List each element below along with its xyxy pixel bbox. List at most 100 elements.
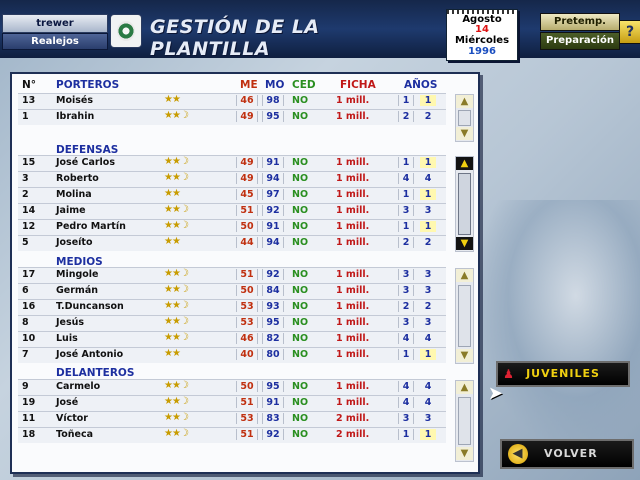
scroll-down-icon[interactable]: ▼ <box>456 127 473 140</box>
player-ced: NO <box>292 397 309 408</box>
player-ficha: 1 mill. <box>336 301 370 312</box>
juveniles-button[interactable]: ♟ JUVENILES <box>496 361 630 387</box>
player-me: 46 <box>236 95 258 106</box>
juveniles-label: JUVENILES <box>526 367 600 380</box>
player-rating-stars-icon: ★★ <box>164 94 181 105</box>
player-number: 16 <box>22 301 36 312</box>
player-anos-remaining: 3 <box>424 413 432 424</box>
player-row[interactable]: 13 Moisés ★★ 46 98 NO 1 mill. 1 1 <box>18 93 446 109</box>
player-ced: NO <box>292 333 309 344</box>
scroll-down-icon[interactable]: ▼ <box>456 237 473 250</box>
player-anos-contract: 1 <box>398 221 414 232</box>
player-number: 1 <box>22 111 29 122</box>
player-ced: NO <box>292 157 309 168</box>
player-row[interactable]: 6 Germán ★★☽ 50 84 NO 1 mill. 3 3 <box>18 283 446 299</box>
player-row[interactable]: 9 Carmelo ★★☽ 50 95 NO 1 mill. 4 4 <box>18 379 446 395</box>
player-row[interactable]: 7 José Antonio ★★ 40 80 NO 1 mill. 1 1 <box>18 347 446 363</box>
player-row[interactable]: 17 Mingole ★★☽ 51 92 NO 1 mill. 3 3 <box>18 267 446 283</box>
scroll-thumb[interactable] <box>458 110 471 126</box>
player-rating-stars-icon: ★★☽ <box>164 284 189 295</box>
volver-button[interactable]: ◀ VOLVER <box>500 439 634 469</box>
porteros-scrollbar[interactable]: ▲ ▼ <box>455 94 474 142</box>
player-row[interactable]: 19 José ★★☽ 51 91 NO 1 mill. 4 4 <box>18 395 446 411</box>
player-row[interactable]: 16 T.Duncanson ★★☽ 53 93 NO 1 mill. 2 2 <box>18 299 446 315</box>
player-me: 53 <box>236 301 258 312</box>
medios-scrollbar[interactable]: ▲ ▼ <box>455 268 474 364</box>
player-row[interactable]: 10 Luis ★★☽ 46 82 NO 1 mill. 4 4 <box>18 331 446 347</box>
preseason-button[interactable]: Pretemp. <box>540 13 620 31</box>
player-rating-stars-icon: ★★☽ <box>164 380 189 391</box>
player-ficha: 1 mill. <box>336 269 370 280</box>
defensas-scrollbar[interactable]: ▲ ▼ <box>455 156 474 252</box>
background-player-photo <box>480 200 640 440</box>
player-rating-stars-icon: ★★ <box>164 188 181 199</box>
player-mo: 91 <box>262 397 284 408</box>
player-name: Molina <box>56 189 92 200</box>
player-row[interactable]: 11 Víctor ★★☽ 53 83 NO 2 mill. 3 3 <box>18 411 446 427</box>
player-anos-contract: 2 <box>398 111 414 122</box>
youth-player-icon: ♟ <box>503 367 515 381</box>
player-ced: NO <box>292 173 309 184</box>
player-row[interactable]: 15 José Carlos ★★☽ 49 91 NO 1 mill. 1 1 <box>18 155 446 171</box>
scroll-up-icon[interactable]: ▲ <box>456 95 473 108</box>
player-name: Jesús <box>56 317 85 328</box>
player-mo: 92 <box>262 205 284 216</box>
player-name: Toñeca <box>56 429 93 440</box>
scroll-up-icon[interactable]: ▲ <box>456 269 473 282</box>
scroll-up-icon[interactable]: ▲ <box>456 157 473 170</box>
player-ficha: 1 mill. <box>336 189 370 200</box>
username-label: trewer <box>2 14 108 33</box>
player-row[interactable]: 8 Jesús ★★☽ 53 95 NO 1 mill. 3 3 <box>18 315 446 331</box>
player-anos-remaining: 3 <box>424 269 432 280</box>
scroll-down-icon[interactable]: ▼ <box>456 447 473 460</box>
scroll-down-icon[interactable]: ▼ <box>456 349 473 362</box>
player-ced: NO <box>292 95 309 106</box>
player-rating-stars-icon: ★★☽ <box>164 316 189 327</box>
player-anos-contract: 3 <box>398 269 414 280</box>
player-number: 5 <box>22 237 29 248</box>
player-ficha: 1 mill. <box>336 317 370 328</box>
help-icon[interactable]: ? <box>619 20 640 44</box>
player-mo: 84 <box>262 285 284 296</box>
player-me: 50 <box>236 381 258 392</box>
player-name: Luis <box>56 333 78 344</box>
player-ced: NO <box>292 381 309 392</box>
player-me: 49 <box>236 111 258 122</box>
scroll-thumb[interactable] <box>458 173 471 235</box>
player-anos-contract: 1 <box>398 95 414 106</box>
player-anos-remaining: 3 <box>424 317 432 328</box>
player-row[interactable]: 14 Jaime ★★☽ 51 92 NO 1 mill. 3 3 <box>18 203 446 219</box>
player-mo: 97 <box>262 189 284 200</box>
player-row[interactable]: 1 Ibrahin ★★☽ 49 95 NO 1 mill. 2 2 <box>18 109 446 125</box>
player-row[interactable]: 2 Molina ★★ 45 97 NO 1 mill. 1 1 <box>18 187 446 203</box>
player-row[interactable]: 3 Roberto ★★☽ 49 94 NO 1 mill. 4 4 <box>18 171 446 187</box>
player-mo: 92 <box>262 429 284 440</box>
player-mo: 95 <box>262 317 284 328</box>
player-anos-contract: 1 <box>398 189 414 200</box>
player-anos-remaining: 1 <box>420 157 436 168</box>
preparation-button[interactable]: Preparación <box>540 32 620 50</box>
calendar: Agosto 14 Miércoles 1996 <box>446 9 518 61</box>
player-row[interactable]: 18 Toñeca ★★☽ 51 92 NO 2 mill. 1 1 <box>18 427 446 443</box>
scroll-thumb[interactable] <box>458 285 471 347</box>
player-ficha: 1 mill. <box>336 397 370 408</box>
player-row[interactable]: 5 Joseíto ★★ 44 94 NO 1 mill. 2 2 <box>18 235 446 251</box>
player-anos-remaining: 2 <box>424 301 432 312</box>
player-ced: NO <box>292 237 309 248</box>
player-name: José Antonio <box>56 349 124 360</box>
scroll-up-icon[interactable]: ▲ <box>456 381 473 394</box>
player-number: 8 <box>22 317 29 328</box>
scroll-thumb[interactable] <box>458 397 471 445</box>
delanteros-scrollbar[interactable]: ▲ ▼ <box>455 380 474 462</box>
club-crest-icon <box>110 14 142 48</box>
player-ced: NO <box>292 221 309 232</box>
player-number: 15 <box>22 157 36 168</box>
player-rating-stars-icon: ★★☽ <box>164 110 189 121</box>
player-number: 11 <box>22 413 36 424</box>
player-rating-stars-icon: ★★☽ <box>164 428 189 439</box>
player-anos-contract: 3 <box>398 317 414 328</box>
club-name[interactable]: Realejos <box>2 33 108 50</box>
player-row[interactable]: 12 Pedro Martín ★★☽ 50 91 NO 1 mill. 1 1 <box>18 219 446 235</box>
player-name: Jaime <box>56 205 86 216</box>
column-header-number: N° <box>22 79 37 91</box>
